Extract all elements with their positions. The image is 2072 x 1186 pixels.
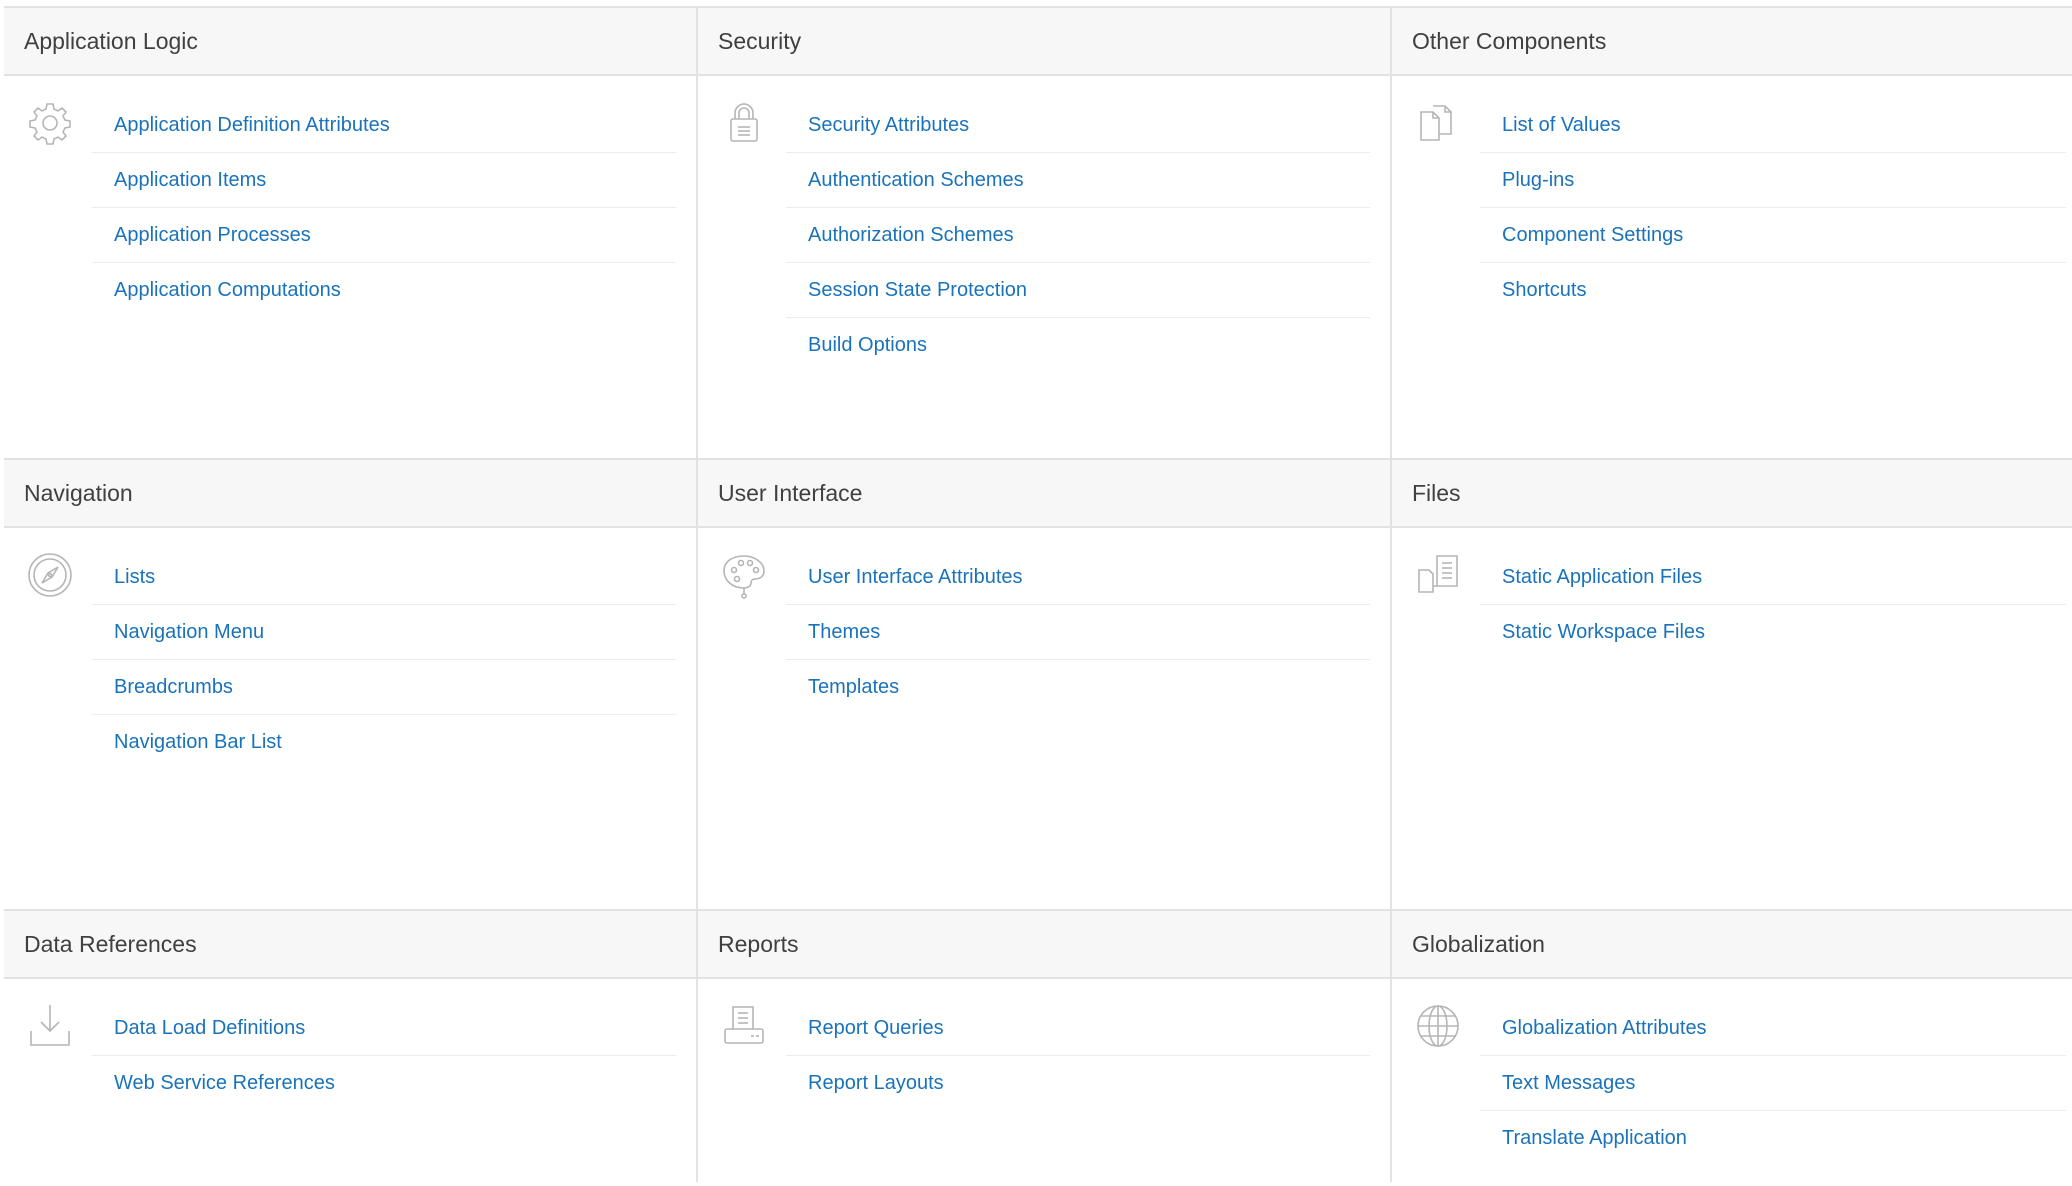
list-item: Navigation Menu: [92, 605, 676, 660]
list-item: List of Values: [1480, 98, 2066, 153]
link-plug-ins[interactable]: Plug-ins: [1502, 169, 1574, 192]
panel-other-components: Other Components List of Values Plug-ins…: [1392, 6, 2072, 458]
panel-title: Globalization: [1392, 911, 2072, 979]
link-authorization-schemes[interactable]: Authorization Schemes: [808, 224, 1014, 247]
link-static-application-files[interactable]: Static Application Files: [1502, 566, 1702, 589]
link-navigation-bar-list[interactable]: Navigation Bar List: [114, 731, 282, 754]
list-item: Translate Application: [1480, 1111, 2066, 1166]
link-navigation-menu[interactable]: Navigation Menu: [114, 621, 264, 644]
list-item: Authentication Schemes: [786, 153, 1370, 208]
link-themes[interactable]: Themes: [808, 621, 880, 644]
palette-icon: [698, 550, 786, 715]
link-list-of-values[interactable]: List of Values: [1502, 114, 1621, 137]
panel-data-references: Data References Data Load Definitions We…: [4, 909, 698, 1182]
link-application-items[interactable]: Application Items: [114, 169, 266, 192]
link-build-options[interactable]: Build Options: [808, 334, 927, 357]
list-item: Globalization Attributes: [1480, 1001, 2066, 1056]
list-item: Static Workspace Files: [1480, 605, 2066, 660]
list-item: Plug-ins: [1480, 153, 2066, 208]
list-item: Application Items: [92, 153, 676, 208]
link-application-definition-attributes[interactable]: Application Definition Attributes: [114, 114, 390, 137]
panel-application-logic: Application Logic Application Definition…: [4, 6, 698, 458]
list-item: Report Layouts: [786, 1056, 1370, 1111]
list-item: Static Application Files: [1480, 550, 2066, 605]
link-security-attributes[interactable]: Security Attributes: [808, 114, 969, 137]
list-item: Security Attributes: [786, 98, 1370, 153]
link-authentication-schemes[interactable]: Authentication Schemes: [808, 169, 1024, 192]
printer-icon: [698, 1001, 786, 1111]
list-item: Navigation Bar List: [92, 715, 676, 770]
list-item: Breadcrumbs: [92, 660, 676, 715]
link-text-messages[interactable]: Text Messages: [1502, 1072, 1635, 1095]
link-report-queries[interactable]: Report Queries: [808, 1017, 944, 1040]
link-application-computations[interactable]: Application Computations: [114, 279, 341, 302]
panel-title: Reports: [698, 911, 1390, 979]
list-item: Component Settings: [1480, 208, 2066, 263]
list-item: Report Queries: [786, 1001, 1370, 1056]
list-item: Session State Protection: [786, 263, 1370, 318]
panel-title: Navigation: [4, 460, 696, 528]
list-item: Application Computations: [92, 263, 676, 318]
link-shortcuts[interactable]: Shortcuts: [1502, 279, 1586, 302]
panel-title: Other Components: [1392, 8, 2072, 76]
lock-icon: [698, 98, 786, 373]
list-item: User Interface Attributes: [786, 550, 1370, 605]
link-breadcrumbs[interactable]: Breadcrumbs: [114, 676, 233, 699]
link-web-service-references[interactable]: Web Service References: [114, 1072, 335, 1095]
panel-files: Files Static Application Files Static Wo…: [1392, 458, 2072, 909]
panel-title: Application Logic: [4, 8, 696, 76]
panel-reports: Reports Report Queries Report Layouts: [698, 909, 1392, 1182]
link-data-load-definitions[interactable]: Data Load Definitions: [114, 1017, 305, 1040]
list-item: Data Load Definitions: [92, 1001, 676, 1056]
gear-icon: [4, 98, 92, 318]
list-item: Build Options: [786, 318, 1370, 373]
list-item: Application Processes: [92, 208, 676, 263]
link-static-workspace-files[interactable]: Static Workspace Files: [1502, 621, 1705, 644]
panel-title: Data References: [4, 911, 696, 979]
list-item: Text Messages: [1480, 1056, 2066, 1111]
compass-icon: [4, 550, 92, 770]
panel-globalization: Globalization Globalization Attributes T…: [1392, 909, 2072, 1182]
link-templates[interactable]: Templates: [808, 676, 899, 699]
globe-icon: [1392, 1001, 1480, 1166]
panel-navigation: Navigation Lists Navigation Menu Breadcr…: [4, 458, 698, 909]
shared-components-grid: Application Logic Application Definition…: [4, 6, 2072, 1182]
list-item: Templates: [786, 660, 1370, 715]
documents-icon: [1392, 98, 1480, 318]
link-globalization-attributes[interactable]: Globalization Attributes: [1502, 1017, 1707, 1040]
panel-title: User Interface: [698, 460, 1390, 528]
files-icon: [1392, 550, 1480, 660]
panel-title: Files: [1392, 460, 2072, 528]
link-user-interface-attributes[interactable]: User Interface Attributes: [808, 566, 1023, 589]
link-translate-application[interactable]: Translate Application: [1502, 1127, 1687, 1150]
link-session-state-protection[interactable]: Session State Protection: [808, 279, 1027, 302]
list-item: Lists: [92, 550, 676, 605]
link-application-processes[interactable]: Application Processes: [114, 224, 311, 247]
list-item: Web Service References: [92, 1056, 676, 1111]
link-component-settings[interactable]: Component Settings: [1502, 224, 1683, 247]
link-report-layouts[interactable]: Report Layouts: [808, 1072, 944, 1095]
panel-user-interface: User Interface User Interface Attributes…: [698, 458, 1392, 909]
list-item: Shortcuts: [1480, 263, 2066, 318]
list-item: Themes: [786, 605, 1370, 660]
list-item: Application Definition Attributes: [92, 98, 676, 153]
link-lists[interactable]: Lists: [114, 566, 155, 589]
panel-title: Security: [698, 8, 1390, 76]
download-icon: [4, 1001, 92, 1111]
panel-security: Security Security Attributes Authenticat…: [698, 6, 1392, 458]
list-item: Authorization Schemes: [786, 208, 1370, 263]
